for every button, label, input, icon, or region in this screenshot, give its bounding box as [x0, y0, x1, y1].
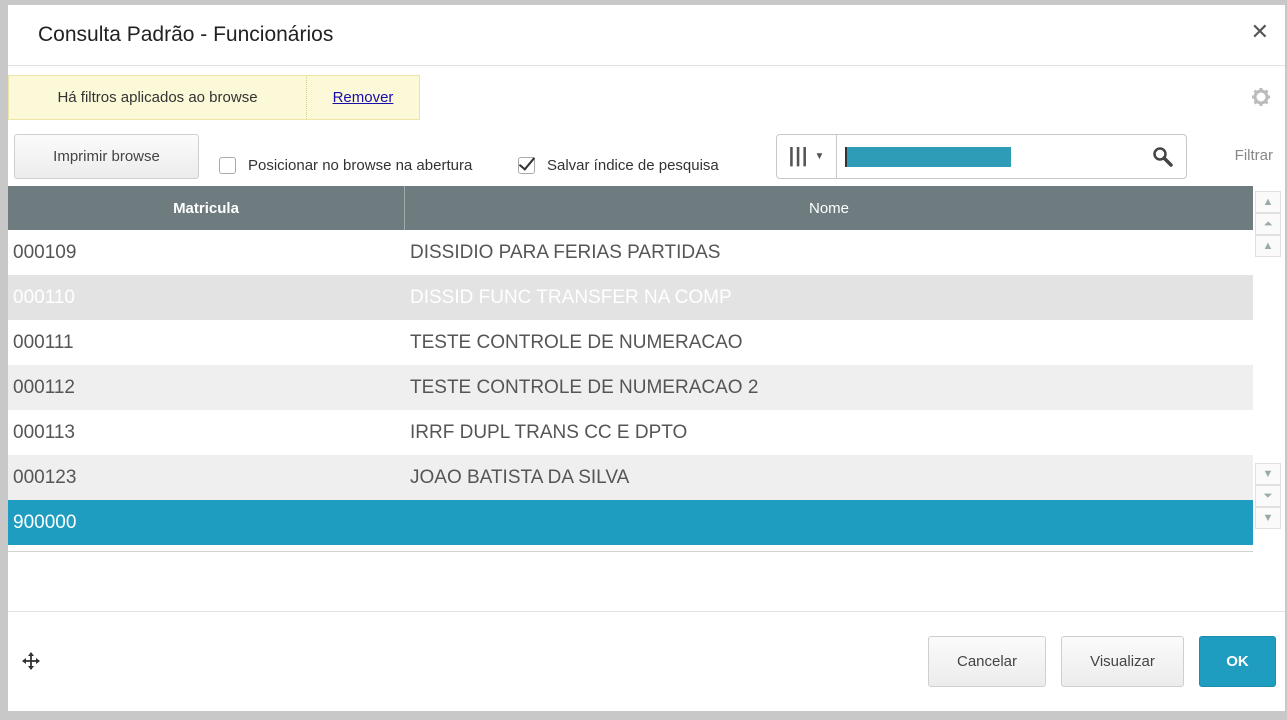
save-index-checkbox[interactable]: Salvar índice de pesquisa: [518, 157, 719, 174]
cell-matricula: 000110: [13, 286, 75, 308]
gear-icon[interactable]: [1251, 87, 1271, 107]
scroll-home-icon[interactable]: ▲: [1255, 191, 1281, 213]
cell-nome: DISSIDIO PARA FERIAS PARTIDAS: [410, 241, 721, 263]
consulta-dialog: Consulta Padrão - Funcionários ✕ Há filt…: [8, 5, 1285, 711]
table-row[interactable]: 000111 TESTE CONTROLE DE NUMERACAO: [8, 320, 1253, 365]
cell-nome: TESTE CONTROLE DE NUMERACAO 2: [410, 376, 759, 398]
scroll-up-icon[interactable]: ▲: [1255, 235, 1281, 257]
table-row[interactable]: 000110 DISSID FUNC TRANSFER NA COMP: [8, 275, 1253, 320]
cell-matricula: 000123: [13, 466, 77, 488]
scroll-down-controls: ▼ ⏷ ▼: [1255, 463, 1281, 529]
close-icon[interactable]: ✕: [1251, 21, 1269, 43]
position-on-open-label: Posicionar no browse na abertura: [248, 157, 473, 174]
scroll-down-icon[interactable]: ▼: [1255, 463, 1281, 485]
table-row[interactable]: 000112 TESTE CONTROLE DE NUMERACAO 2: [8, 365, 1253, 410]
filter-link[interactable]: Filtrar: [1235, 147, 1273, 164]
employee-grid: Matricula Nome 000109 DISSIDIO PARA FERI…: [8, 186, 1253, 552]
title-bar: Consulta Padrão - Funcionários ✕: [8, 5, 1285, 66]
scroll-up-controls: ▲ ⏶ ▲: [1255, 191, 1281, 257]
chevron-down-icon: ▼: [814, 151, 825, 162]
view-button[interactable]: Visualizar: [1061, 636, 1184, 687]
column-header-matricula[interactable]: Matricula: [8, 186, 405, 230]
table-row[interactable]: 000123 JOAO BATISTA DA SILVA: [8, 455, 1253, 500]
remove-filter-link[interactable]: Remover: [307, 76, 419, 119]
search-input[interactable]: [845, 147, 1011, 167]
table-row-selected[interactable]: 900000: [8, 500, 1253, 545]
scroll-end-icon[interactable]: ▼: [1255, 507, 1281, 529]
position-on-open-checkbox[interactable]: Posicionar no browse na abertura: [219, 157, 472, 174]
filter-banner-text: Há filtros aplicados ao browse: [9, 76, 307, 119]
scroll-page-up-icon[interactable]: ⏶: [1255, 213, 1281, 235]
cell-nome: IRRF DUPL TRANS CC E DPTO: [410, 421, 688, 443]
search-box: ||| ▼: [776, 134, 1187, 179]
column-header-nome[interactable]: Nome: [405, 186, 1253, 230]
ok-button[interactable]: OK: [1199, 636, 1276, 687]
footer-divider: [8, 611, 1285, 612]
grid-header: Matricula Nome: [8, 186, 1253, 230]
print-browse-button[interactable]: Imprimir browse: [14, 134, 199, 179]
cell-nome: TESTE CONTROLE DE NUMERACAO: [410, 331, 743, 353]
save-index-label: Salvar índice de pesquisa: [547, 157, 719, 174]
dialog-title: Consulta Padrão - Funcionários: [38, 23, 334, 46]
columns-icon: |||: [788, 145, 809, 167]
position-on-open-box[interactable]: [219, 157, 236, 174]
cell-nome: DISSID FUNC TRANSFER NA COMP: [410, 286, 732, 308]
move-icon[interactable]: [21, 651, 41, 671]
cell-matricula: 000113: [13, 421, 75, 443]
search-index-dropdown[interactable]: ||| ▼: [777, 135, 837, 178]
table-row[interactable]: 000113 IRRF DUPL TRANS CC E DPTO: [8, 410, 1253, 455]
cell-matricula: 900000: [13, 511, 77, 533]
cancel-button[interactable]: Cancelar: [928, 636, 1046, 687]
search-icon[interactable]: [1152, 146, 1174, 168]
filter-banner: Há filtros aplicados ao browse Remover: [8, 75, 420, 120]
scroll-page-down-icon[interactable]: ⏷: [1255, 485, 1281, 507]
table-row[interactable]: 000109 DISSIDIO PARA FERIAS PARTIDAS: [8, 230, 1253, 275]
save-index-box[interactable]: [518, 157, 535, 174]
grid-bottom-border: [8, 545, 1253, 552]
cell-nome: JOAO BATISTA DA SILVA: [410, 466, 630, 488]
cell-matricula: 000112: [13, 376, 75, 398]
cell-matricula: 000111: [13, 331, 74, 353]
cell-matricula: 000109: [13, 241, 77, 263]
